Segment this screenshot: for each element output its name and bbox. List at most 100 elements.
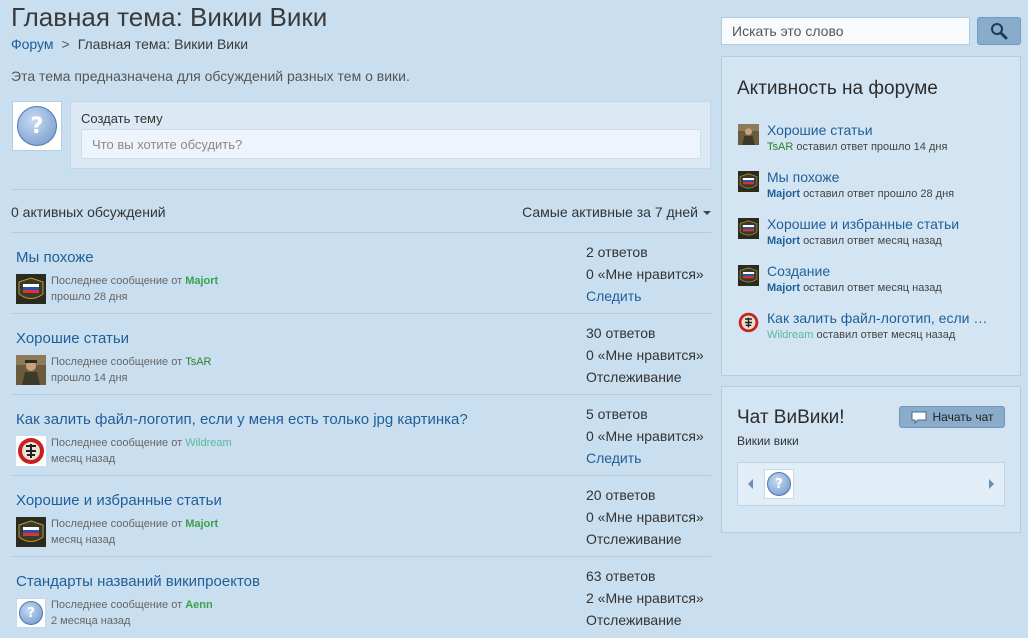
start-chat-button[interactable]: Начать чат [899,406,1005,428]
russia-flag-icon[interactable] [16,274,46,304]
main-content: Главная тема: Викии Вики Форум > Главная т… [0,0,720,637]
red-emblem-icon[interactable] [16,436,46,466]
search-input[interactable] [721,17,970,45]
thread-item: Мы похоже Последнее сообщение от Majort … [11,233,711,314]
last-post-prefix: Последнее сообщение от [51,275,183,287]
breadcrumb-forum-link[interactable]: Форум [11,36,54,52]
chat-user-avatar[interactable]: ? [764,469,794,499]
last-post-prefix: Последнее сообщение от [51,518,183,530]
last-post-info: Последнее сообщение от Majort [51,275,218,287]
following-button[interactable]: Отслеживание [586,366,704,388]
like-count: 0 «Мне нравится» [586,428,704,444]
activity-item: Создание Majort оставил ответ месяц наза… [738,263,1013,303]
activity-text: оставил ответ прошло 14 дня [796,141,948,153]
russia-flag-icon[interactable] [16,517,46,547]
last-post-time: прошло 14 дня [51,372,128,384]
activity-title-link[interactable]: Как залить файл-логотип, если … [767,310,987,326]
activity-title-link[interactable]: Создание [767,263,830,279]
username-link[interactable]: Wildream [185,437,231,449]
reply-count: 63 ответов [586,568,656,584]
username-link[interactable]: TsAR [767,141,793,153]
activity-text: оставил ответ месяц назад [803,282,942,294]
thread-item: Как залить файл-логотип, если у меня ест… [11,395,711,476]
like-count: 2 «Мне нравится» [586,590,704,606]
chat-title: Чат ВиВики! [737,407,845,428]
thread-title-link[interactable]: Как залить файл-логотип, если у меня ест… [16,411,468,428]
activity-item: Хорошие и избранные статьи Majort остави… [738,216,1013,256]
thread-title-link[interactable]: Хорошие статьи [16,330,129,347]
search-icon [991,23,1008,40]
chat-users-carousel: ? [737,462,1005,506]
start-chat-label: Начать чат [932,410,994,424]
sort-dropdown[interactable]: Самые активные за 7 дней [522,204,711,220]
create-topic-input[interactable] [81,129,701,159]
thread-stats: 20 ответов 0 «Мне нравится» Отслеживание [586,484,704,550]
activity-text: оставил ответ прошло 28 дня [803,188,955,200]
username-link[interactable]: Majort [767,235,800,247]
forum-activity-title: Активность на форуме [737,78,938,99]
user-avatar: ? [12,101,62,151]
divider [11,189,711,190]
reply-count: 5 ответов [586,406,648,422]
last-post-time: прошло 28 дня [51,291,128,303]
carousel-left-arrow-icon[interactable] [748,479,753,489]
username-link[interactable]: Aenn [185,599,213,611]
reply-count: 30 ответов [586,325,656,341]
thread-title-link[interactable]: Мы похоже [16,249,94,266]
activity-meta: Majort оставил ответ месяц назад [767,235,942,247]
activity-title-link[interactable]: Хорошие статьи [767,122,873,138]
activity-title-link[interactable]: Мы похоже [767,169,839,185]
activity-title-link[interactable]: Хорошие и избранные статьи [767,216,959,232]
username-link[interactable]: Majort [767,282,800,294]
breadcrumb-separator: > [61,36,70,52]
thread-stats: 5 ответов 0 «Мне нравится» Следить [586,403,704,469]
like-count: 0 «Мне нравится» [586,347,704,363]
red-emblem-icon[interactable] [738,312,759,333]
page-title: Главная тема: Викии Вики [11,2,328,32]
chat-panel: Чат ВиВики! Начать чат Викии вики ? [721,386,1021,533]
thread-stats: 2 ответов 0 «Мне нравится» Следить [586,241,704,307]
question-icon: ? [17,106,57,146]
thread-stats: 30 ответов 0 «Мне нравится» Отслеживание [586,322,704,388]
activity-item: Хорошие статьи TsAR оставил ответ прошло… [738,122,1013,162]
soldier-photo-icon[interactable] [16,355,46,385]
breadcrumb-current: Главная тема: Викии Вики [77,36,249,52]
last-post-prefix: Последнее сообщение от [51,437,183,449]
activity-item: Мы похоже Majort оставил ответ прошло 28… [738,169,1013,209]
username-link[interactable]: Majort [185,275,218,287]
thread-item: Хорошие и избранные статьи Последнее соо… [11,476,711,557]
follow-button[interactable]: Следить [586,285,704,307]
activity-meta: Wildream оставил ответ месяц назад [767,329,955,341]
sort-label: Самые активные за 7 дней [522,204,698,220]
breadcrumb: Форум > Главная тема: Викии Вики [11,36,248,52]
russia-flag-icon[interactable] [738,265,759,286]
last-post-info: Последнее сообщение от TsAR [51,356,211,368]
chat-subtitle: Викии вики [737,434,799,448]
thread-title-link[interactable]: Хорошие и избранные статьи [16,492,222,509]
russia-flag-icon[interactable] [738,218,759,239]
following-button[interactable]: Отслеживание [586,609,704,631]
last-post-info: Последнее сообщение от Majort [51,518,218,530]
forum-activity-panel: Активность на форуме Хорошие статьи TsAR… [721,56,1021,376]
search-button[interactable] [977,17,1021,45]
thread-title-link[interactable]: Стандарты названий википроектов [16,573,260,590]
thread-item: Стандарты названий википроектов ? Послед… [11,557,711,638]
thread-item: Хорошие статьи Последнее сообщение от Ts… [11,314,711,395]
soldier-photo-icon[interactable] [738,124,759,145]
thread-stats: 63 ответов 2 «Мне нравится» Отслеживание [586,565,704,631]
following-button[interactable]: Отслеживание [586,528,704,550]
username-link[interactable]: Majort [767,188,800,200]
like-count: 0 «Мне нравится» [586,509,704,525]
question-icon: ? [767,472,791,496]
carousel-right-arrow-icon[interactable] [989,479,994,489]
question-icon[interactable]: ? [16,598,46,628]
username-link[interactable]: Majort [185,518,218,530]
follow-button[interactable]: Следить [586,447,704,469]
last-post-prefix: Последнее сообщение от [51,356,183,368]
username-link[interactable]: Wildream [767,329,813,341]
create-topic-label: Создать тему [81,111,163,126]
last-post-prefix: Последнее сообщение от [51,599,183,611]
russia-flag-icon[interactable] [738,171,759,192]
reply-count: 2 ответов [586,244,648,260]
username-link[interactable]: TsAR [185,356,211,368]
